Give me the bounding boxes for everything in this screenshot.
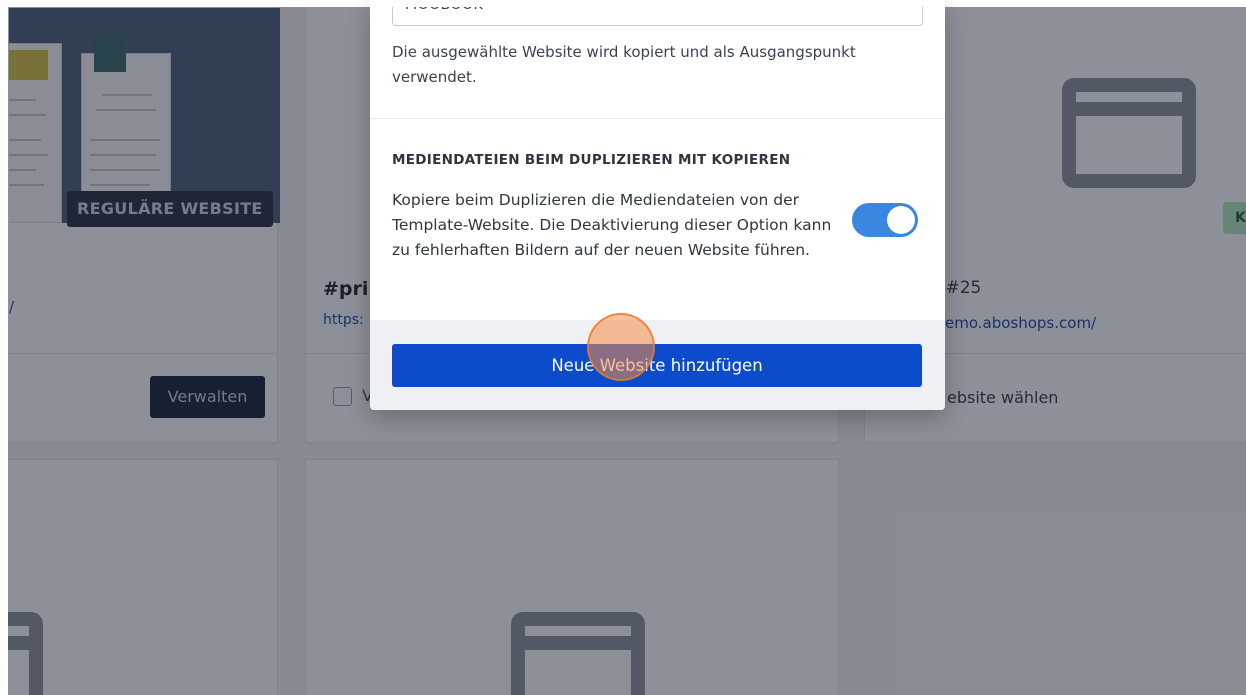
add-website-modal: MOOBOOK Die ausgewählte Website wird kop…: [370, 0, 945, 410]
modal-footer: Neue Website hinzufügen: [370, 320, 945, 410]
media-copy-heading: MEDIENDATEIEN BEIM DUPLIZIEREN MIT KOPIE…: [392, 152, 791, 168]
click-indicator: [587, 313, 655, 381]
media-copy-description: Kopiere beim Duplizieren die Mediendatei…: [392, 191, 832, 259]
toggle-knob: [887, 206, 915, 234]
select-help-text: Die ausgewählte Website wird kopiert und…: [392, 43, 856, 86]
media-copy-toggle[interactable]: [852, 203, 918, 237]
add-website-button[interactable]: Neue Website hinzufügen: [392, 344, 922, 387]
section-divider: [370, 118, 945, 119]
